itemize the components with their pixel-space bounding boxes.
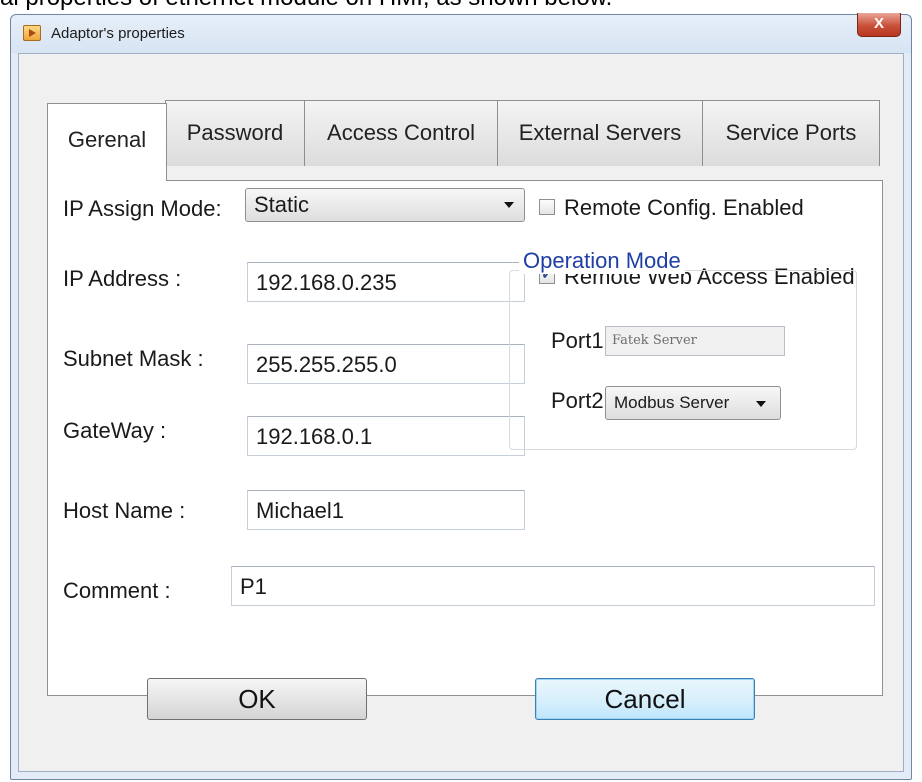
tab-service-ports[interactable]: Service Ports bbox=[702, 100, 880, 166]
host-name-label: Host Name : bbox=[63, 498, 186, 523]
host-name-field[interactable]: Michael1 bbox=[247, 490, 525, 530]
ip-assign-mode-label: IP Assign Mode: bbox=[63, 196, 222, 221]
title-bar: Adaptor's properties X bbox=[11, 13, 911, 53]
tab-access-control[interactable]: Access Control bbox=[304, 100, 498, 166]
ip-address-label: IP Address : bbox=[63, 266, 182, 291]
document-caption-text: al properties of ethernet module on HMI,… bbox=[0, 0, 922, 14]
dialog-client-area: Password Access Control External Servers… bbox=[18, 53, 904, 772]
port2-select[interactable]: Modbus Server bbox=[605, 386, 781, 420]
port1-label: Port1: bbox=[551, 328, 610, 353]
tab-general[interactable]: Gerenal bbox=[47, 103, 167, 181]
cancel-button[interactable]: Cancel bbox=[535, 678, 755, 720]
ip-assign-mode-select[interactable]: Static bbox=[245, 188, 525, 222]
remote-config-label: Remote Config. Enabled bbox=[564, 195, 804, 220]
tab-external-servers[interactable]: External Servers bbox=[497, 100, 703, 166]
dialog-window: Adaptor's properties X Password Access C… bbox=[10, 13, 912, 780]
port2-label: Port2: bbox=[551, 388, 610, 413]
subnet-mask-field[interactable]: 255.255.255.0 bbox=[247, 344, 525, 384]
ip-address-field[interactable]: 192.168.0.235 bbox=[247, 262, 525, 302]
comment-field[interactable]: P1 bbox=[231, 566, 875, 606]
chevron-down-icon bbox=[756, 401, 766, 407]
remote-config-checkbox[interactable] bbox=[539, 199, 555, 215]
app-icon bbox=[23, 25, 41, 41]
comment-label: Comment : bbox=[63, 578, 171, 603]
gateway-field[interactable]: 192.168.0.1 bbox=[247, 416, 525, 456]
tab-password[interactable]: Password bbox=[165, 100, 305, 166]
ok-button[interactable]: OK bbox=[147, 678, 367, 720]
port1-field: Fatek Server bbox=[605, 326, 785, 356]
operation-mode-title: Operation Mode bbox=[519, 248, 685, 274]
operation-mode-group bbox=[509, 270, 857, 450]
window-title: Adaptor's properties bbox=[51, 25, 185, 42]
close-button[interactable]: X bbox=[857, 13, 901, 37]
port2-value: Modbus Server bbox=[614, 393, 730, 412]
gateway-label: GateWay : bbox=[63, 418, 167, 443]
ip-assign-mode-value: Static bbox=[254, 192, 310, 217]
subnet-mask-label: Subnet Mask : bbox=[63, 346, 204, 371]
chevron-down-icon bbox=[504, 202, 514, 208]
